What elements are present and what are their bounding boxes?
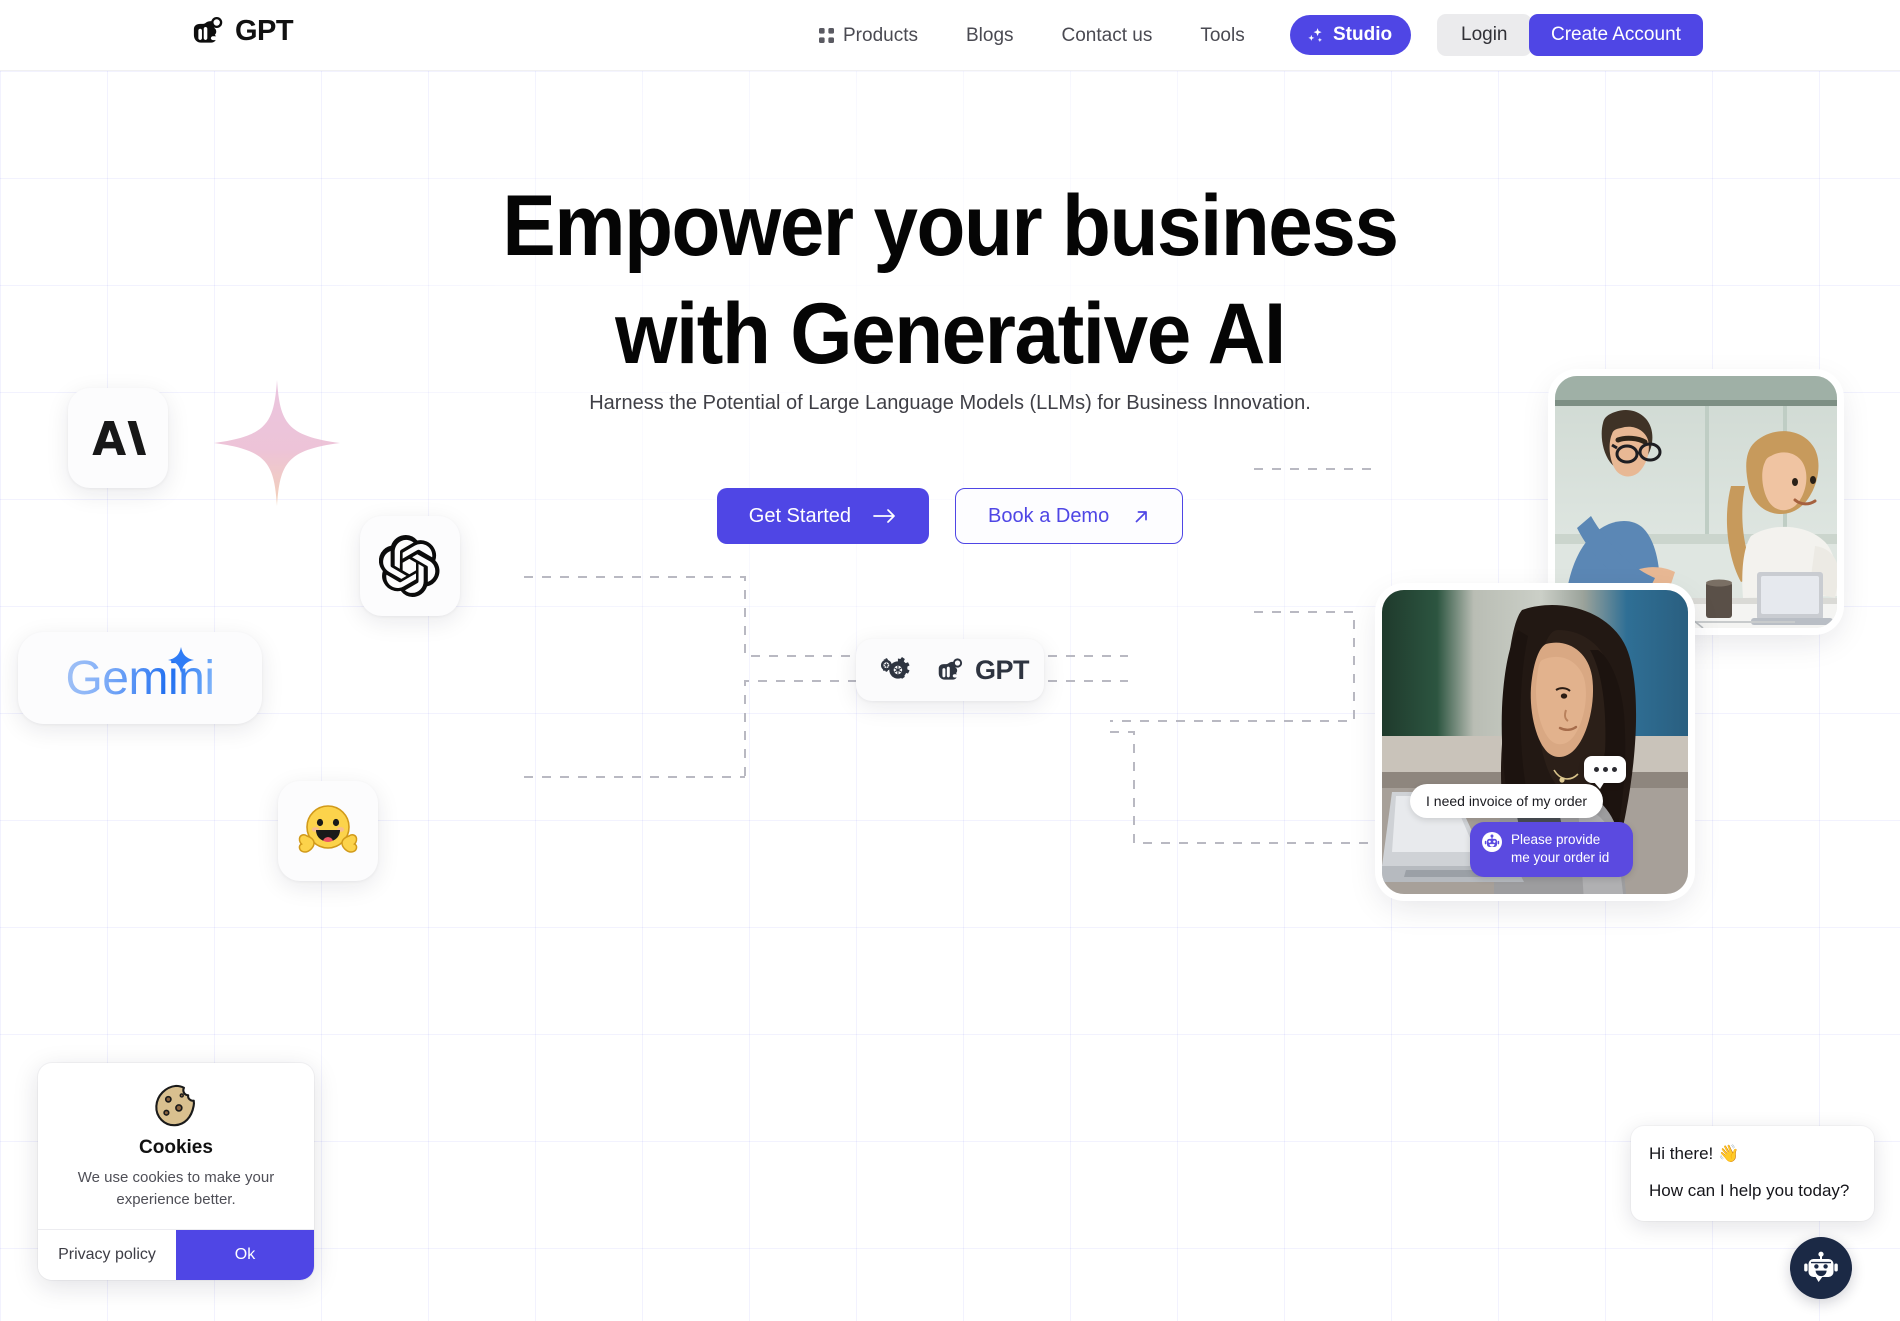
logo-card-huggingface[interactable] <box>278 781 378 881</box>
cookie-accept-button[interactable]: Ok <box>176 1230 314 1280</box>
studio-button[interactable]: Studio <box>1290 15 1412 55</box>
typing-indicator-bubble <box>1584 756 1626 789</box>
logo-card-center-node[interactable]: GPT <box>856 639 1044 701</box>
arrow-up-right-icon <box>1135 510 1148 522</box>
primary-nav: Products Blogs Contact us Tools <box>795 0 1269 71</box>
book-a-demo-button[interactable]: Book a Demo <box>955 488 1184 544</box>
nav-item-contact-us[interactable]: Contact us <box>1038 0 1177 71</box>
get-started-label: Get Started <box>748 504 852 527</box>
nav-label-blogs: Blogs <box>965 24 1014 46</box>
openai-logo-icon <box>379 535 440 597</box>
nav-label-tools: Tools <box>1200 24 1245 46</box>
cookie-icon <box>155 1084 195 1127</box>
chat-bubble-user: I need invoice of my order <box>1410 784 1604 818</box>
login-button-label: Login <box>1461 24 1508 45</box>
nav-item-tools[interactable]: Tools <box>1176 0 1268 71</box>
arrow-right-icon <box>873 509 895 523</box>
cookie-consent-banner: Cookies We use cookies to make your expe… <box>38 1063 314 1280</box>
typing-dot <box>1611 767 1617 772</box>
chat-bubble-bot: Please provide me your order id <box>1470 822 1633 877</box>
nav-item-products[interactable]: Products <box>795 0 942 71</box>
center-node-label: GPT <box>974 654 1030 685</box>
brand-name: GPT <box>235 14 294 47</box>
site-header: GPT Products Blogs Contact us Tools Stud… <box>0 0 1900 71</box>
cookie-banner-text: We use cookies to make your experience b… <box>77 1169 275 1208</box>
cookie-banner-title: Cookies <box>139 1137 213 1158</box>
robot-icon <box>1482 832 1502 852</box>
logo-card-openai[interactable] <box>360 516 460 616</box>
book-a-demo-label: Book a Demo <box>988 504 1110 527</box>
chat-bubble-bot-text: Please provide me your order id <box>1511 832 1610 865</box>
logo-card-anthropic[interactable] <box>68 388 168 488</box>
studio-button-label: Studio <box>1333 24 1393 45</box>
create-account-button[interactable]: Create Account <box>1529 14 1703 56</box>
grid-icon <box>819 28 834 43</box>
typing-dot <box>1593 767 1599 772</box>
get-started-button[interactable]: Get Started <box>716 488 930 544</box>
create-account-button-label: Create Account <box>1551 24 1681 45</box>
logo-card-gemini[interactable]: Gemini <box>18 632 262 724</box>
nav-label-contact-us: Contact us <box>1061 24 1153 46</box>
chatbot-launcher-button[interactable] <box>1790 1237 1852 1299</box>
gemini-sparkle-icon <box>168 647 194 673</box>
chatbot-greeting: Hi there! 👋 <box>1649 1144 1740 1163</box>
login-button[interactable]: Login <box>1437 14 1532 56</box>
hero-title: Empower your business with Generative AI <box>67 172 1834 388</box>
anthropic-logo-icon <box>92 421 146 455</box>
robot-icon <box>1804 1251 1838 1282</box>
gpt-hand-logo-icon <box>193 16 223 43</box>
chatbot-greeting-card: Hi there! 👋 How can I help you today? <box>1631 1126 1874 1221</box>
sparkles-icon <box>1308 27 1322 42</box>
hero-title-line-1: Empower your business <box>502 178 1399 274</box>
typing-dot <box>1602 767 1608 772</box>
cookie-banner-body: Cookies We use cookies to make your expe… <box>38 1063 314 1229</box>
chatbot-prompt: How can I help you today? <box>1649 1181 1850 1200</box>
nav-item-blogs[interactable]: Blogs <box>942 0 1038 71</box>
hero-title-line-2: with Generative AI <box>615 286 1286 382</box>
cookie-banner-actions: Privacy policy Ok <box>38 1229 314 1280</box>
gpt-hand-logo-icon-small <box>938 658 963 680</box>
brand-logo[interactable]: GPT <box>190 14 294 48</box>
hugging-face-emoji-icon <box>298 805 358 853</box>
nav-label-products: Products <box>843 24 918 46</box>
privacy-policy-link[interactable]: Privacy policy <box>38 1230 176 1280</box>
landing-page: GPT Products Blogs Contact us Tools Stud… <box>0 0 1900 1321</box>
gears-icon <box>880 657 910 679</box>
